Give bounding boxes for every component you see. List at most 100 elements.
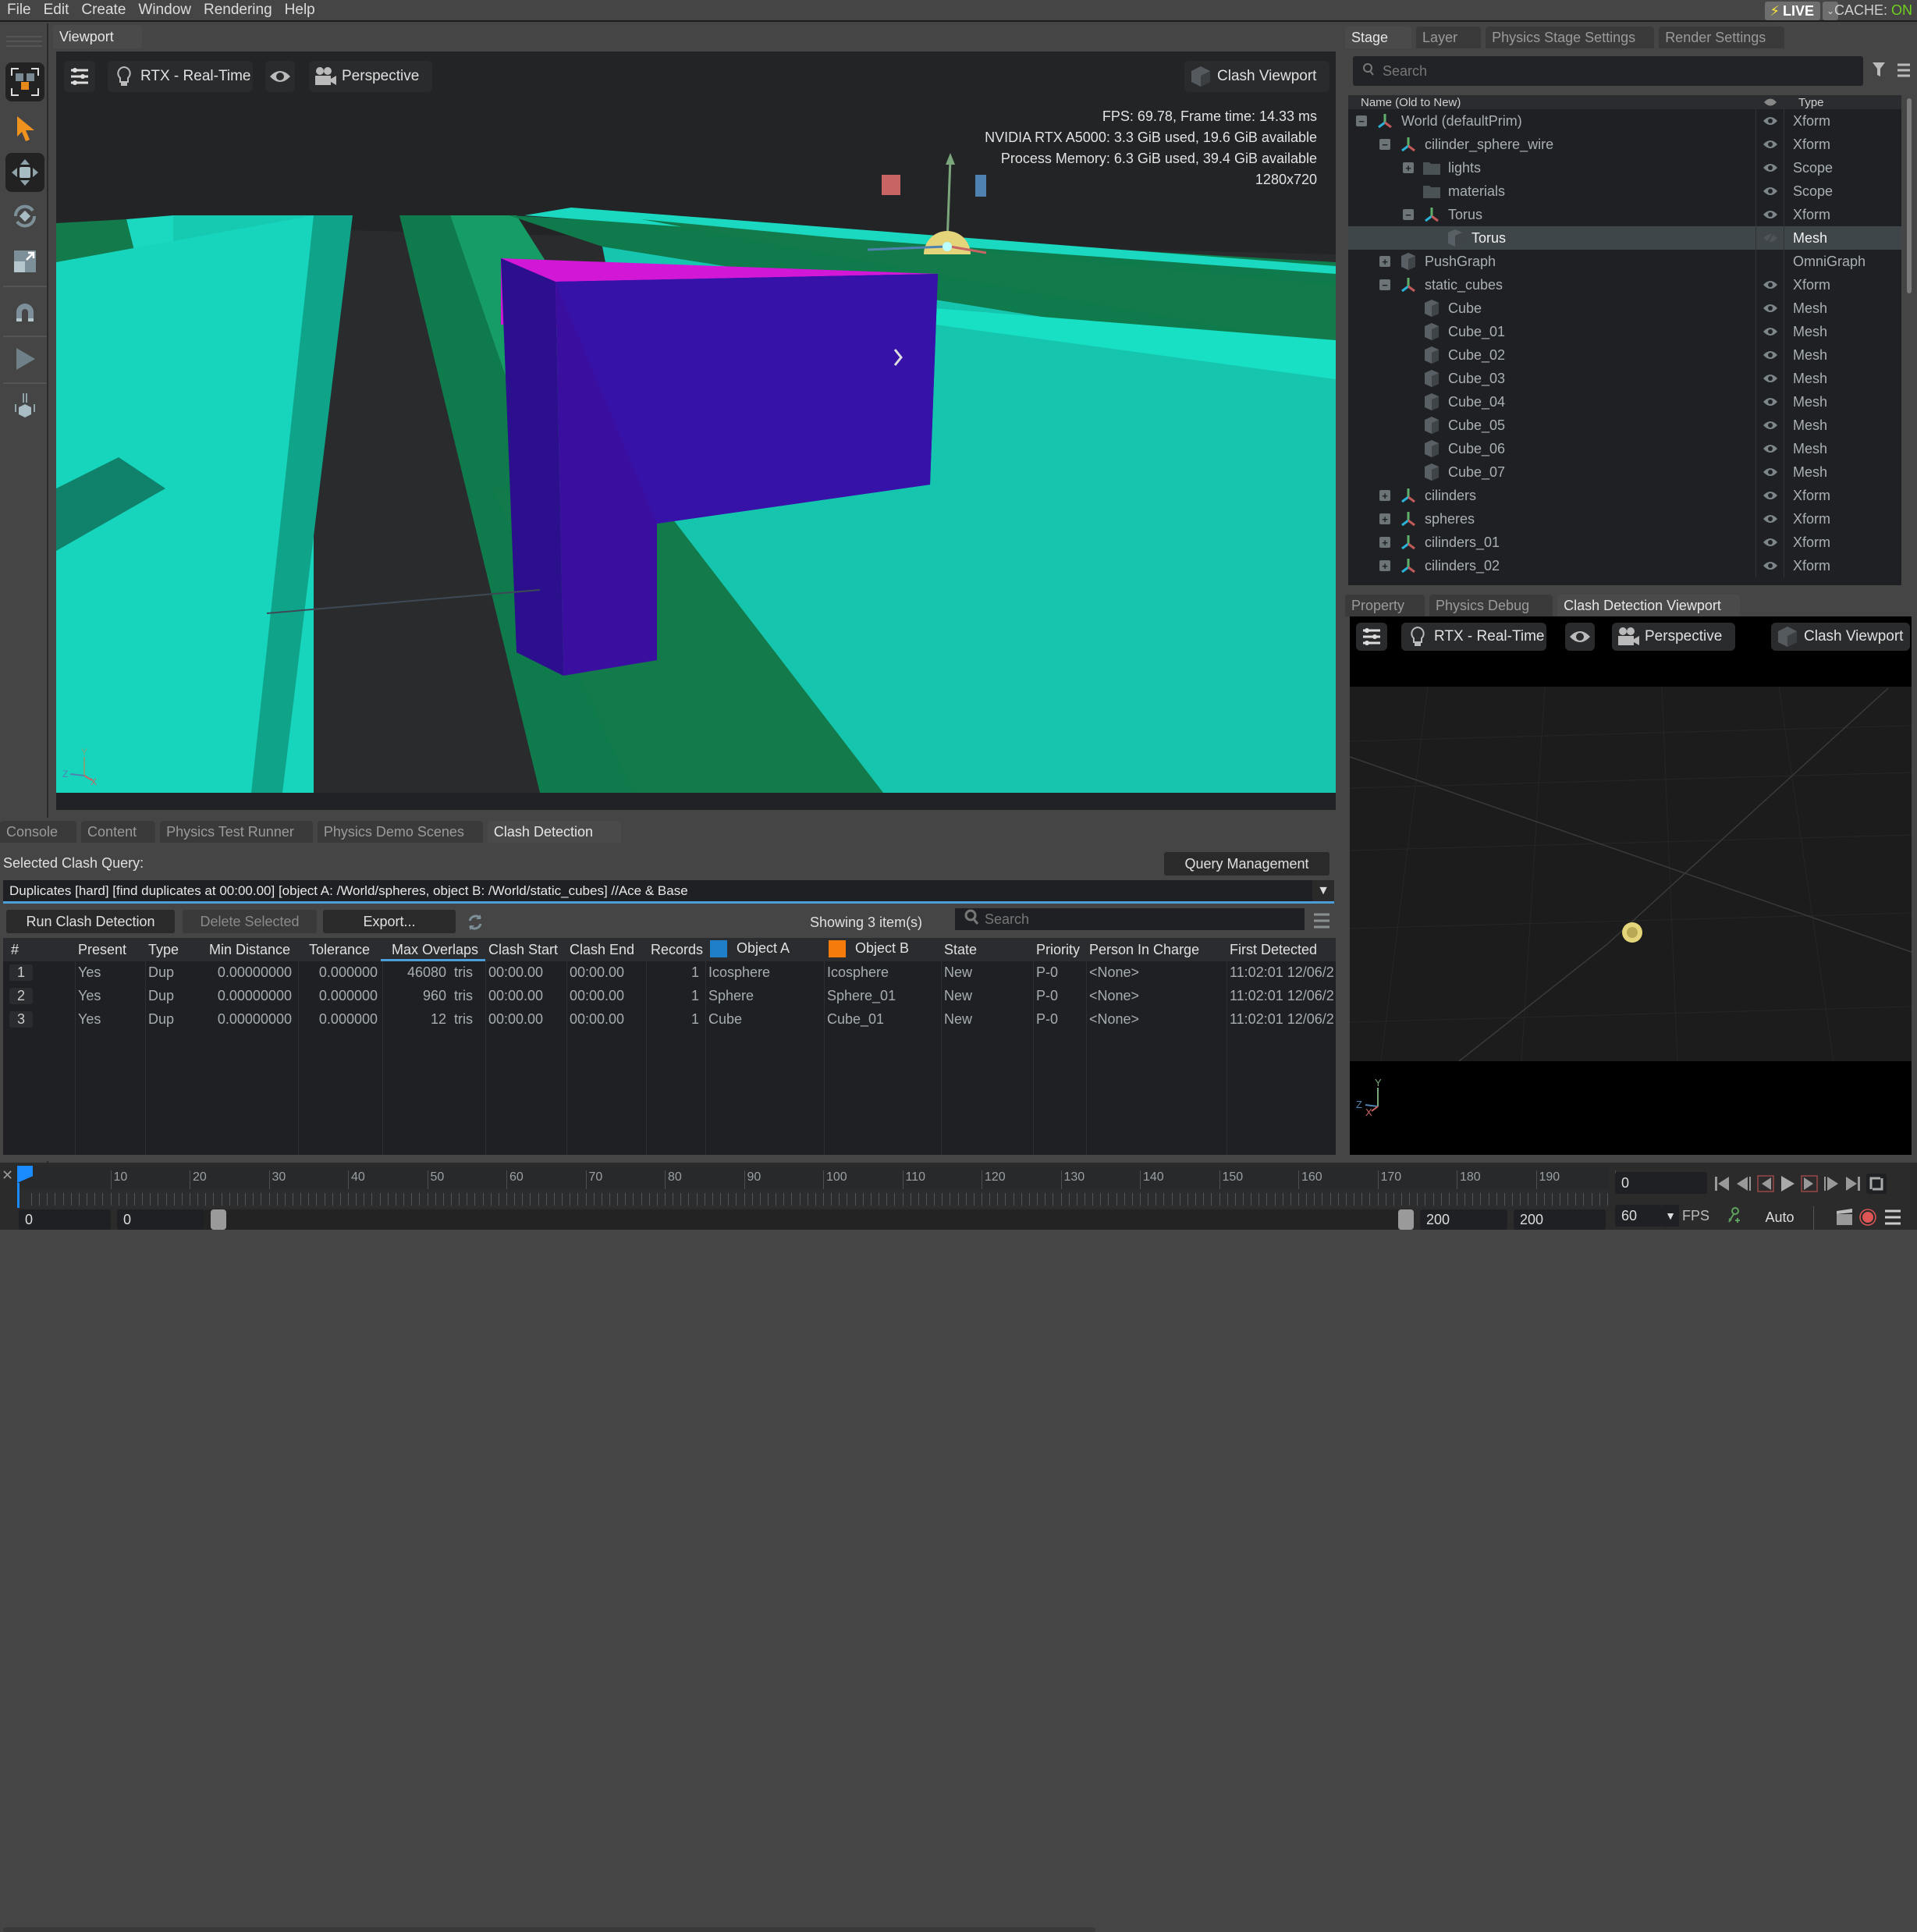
menu-file[interactable]: File [0, 2, 37, 19]
tab-stage[interactable]: Stage [1345, 27, 1412, 48]
stage-options-icon[interactable] [1896, 62, 1912, 82]
tab-content[interactable]: Content [81, 821, 156, 843]
visibility-toggle[interactable] [1756, 297, 1784, 320]
stage-tree-row[interactable]: Cube_03 Mesh [1348, 367, 1901, 390]
column-name[interactable]: Name (Old to New) [1348, 96, 1756, 109]
stage-tree-row[interactable]: − World (defaultPrim) Xform [1348, 109, 1901, 133]
cd-camera-button[interactable]: Perspective [1612, 623, 1735, 651]
tab-viewport[interactable]: Viewport [53, 25, 142, 48]
visibility-toggle[interactable] [1756, 133, 1784, 156]
stage-tree-row[interactable]: materials Scope [1348, 179, 1901, 203]
table-row[interactable]: 2 Yes Dup 0.00000000 0.000000 960 tris 00:00.00… [3, 985, 1336, 1008]
clash-query-select[interactable]: Duplicates [hard] [find duplicates at 00… [3, 880, 1334, 904]
expand-icon[interactable]: + [1379, 560, 1390, 571]
column-header[interactable]: Object A [710, 940, 790, 958]
column-header[interactable]: Priority [1036, 942, 1080, 958]
play-button[interactable] [5, 339, 44, 378]
prev-key-icon[interactable] [1757, 1174, 1774, 1193]
visibility-toggle[interactable] [1756, 390, 1784, 414]
tab-physics-test-runner[interactable]: Physics Test Runner [160, 821, 313, 843]
skip-to-end-icon[interactable] [1844, 1174, 1862, 1193]
clash-options-icon[interactable] [1312, 911, 1331, 934]
menu-create[interactable]: Create [74, 2, 131, 19]
render-mode-button[interactable]: RTX - Real-Time [108, 61, 253, 92]
cd-viewport-settings-button[interactable] [1356, 623, 1387, 651]
column-header[interactable]: Clash Start [488, 942, 558, 958]
column-header[interactable]: Max Overlaps [392, 942, 478, 958]
cd-visibility-button[interactable] [1565, 623, 1595, 651]
play-forward-icon[interactable] [1779, 1174, 1796, 1193]
cd-viewport-name-button[interactable]: Clash Viewport [1771, 623, 1910, 651]
fps-select[interactable]: 60 [1615, 1205, 1662, 1227]
run-clash-detection-button[interactable]: Run Clash Detection [6, 910, 175, 933]
viewport-name-button[interactable]: Clash Viewport [1184, 61, 1329, 92]
stage-tree-row[interactable]: Cube_06 Mesh [1348, 437, 1901, 460]
timeline-ruler[interactable]: 10 20 30 40 50 60 70 80 90 100 110 120 130 140 150 160 1… [17, 1166, 1625, 1189]
visibility-toggle[interactable] [1756, 273, 1784, 297]
query-management-button[interactable]: Query Management [1164, 852, 1329, 875]
column-visibility[interactable] [1756, 98, 1784, 107]
collapse-icon[interactable]: − [1379, 279, 1390, 290]
column-header[interactable]: Records [651, 942, 703, 958]
end-time-input[interactable]: 200 [1514, 1209, 1606, 1230]
stage-tree-row[interactable]: Cube_02 Mesh [1348, 343, 1901, 367]
visibility-toggle[interactable] [1756, 109, 1784, 133]
snap-button[interactable] [5, 293, 44, 332]
stage-tree-row[interactable]: + lights Scope [1348, 156, 1901, 179]
visibility-toggle[interactable] [1756, 343, 1784, 367]
clapperboard-icon[interactable] [1835, 1208, 1854, 1231]
tab-physics-debug[interactable]: Physics Debug [1429, 595, 1553, 616]
stage-tree-row[interactable]: + spheres Xform [1348, 507, 1901, 531]
visibility-toggle[interactable] [1756, 414, 1784, 437]
stage-tree-row[interactable]: − cilinder_sphere_wire Xform [1348, 133, 1901, 156]
select-button[interactable] [5, 109, 44, 148]
viewport-settings-button[interactable] [64, 61, 95, 92]
column-header[interactable]: Person In Charge [1089, 942, 1199, 958]
loop-icon[interactable] [1866, 1174, 1887, 1194]
filter-icon[interactable] [1871, 61, 1888, 83]
timeline-menu-icon[interactable] [1883, 1208, 1902, 1231]
stage-search-input[interactable]: Search [1353, 56, 1863, 86]
visibility-toggle[interactable] [1756, 437, 1784, 460]
column-header[interactable]: Type [148, 942, 179, 958]
column-header[interactable]: State [944, 942, 977, 958]
table-row[interactable]: 1 Yes Dup 0.00000000 0.000000 46080 tris 00:00.… [3, 961, 1336, 985]
visibility-toggle[interactable] [1756, 460, 1784, 484]
tab-clash-detection-viewport[interactable]: Clash Detection Viewport [1557, 595, 1740, 616]
visibility-button[interactable] [265, 61, 295, 92]
range-end-handle[interactable] [1398, 1209, 1414, 1230]
stage-tree-row[interactable]: Cube_04 Mesh [1348, 390, 1901, 414]
current-frame-input[interactable]: 0 [1615, 1172, 1707, 1194]
move-button[interactable] [5, 153, 44, 192]
table-hscrollbar[interactable] [3, 1927, 1095, 1932]
visibility-toggle[interactable] [1756, 367, 1784, 390]
column-header[interactable]: Clash End [570, 942, 634, 958]
select-mode-button[interactable] [5, 62, 44, 101]
visibility-toggle[interactable] [1756, 507, 1784, 531]
table-row[interactable]: 3 Yes Dup 0.00000000 0.000000 12 tris 00:00.00 0… [3, 1008, 1336, 1032]
stage-tree-row[interactable]: + PushGraph OmniGraph [1348, 250, 1901, 273]
visibility-toggle[interactable] [1756, 484, 1784, 507]
collapse-icon[interactable]: − [1379, 139, 1390, 150]
tab-physics-demo-scenes[interactable]: Physics Demo Scenes [317, 821, 483, 843]
next-key-icon[interactable] [1801, 1174, 1818, 1193]
start-time-input[interactable]: 0 [19, 1209, 111, 1230]
stage-scrollbar[interactable] [1907, 98, 1912, 293]
visibility-toggle[interactable] [1756, 156, 1784, 179]
menu-window[interactable]: Window [131, 2, 197, 19]
stage-tree-row[interactable]: Cube_05 Mesh [1348, 414, 1901, 437]
delete-selected-button[interactable]: Delete Selected [183, 910, 317, 933]
step-back-icon[interactable] [1735, 1174, 1752, 1193]
live-button[interactable]: ⚡ LIVE [1765, 2, 1820, 20]
tab-property[interactable]: Property [1345, 595, 1425, 616]
visibility-toggle[interactable] [1756, 226, 1784, 250]
menu-rendering[interactable]: Rendering [197, 2, 278, 19]
scale-button[interactable] [5, 242, 44, 281]
column-header[interactable]: Min Distance [209, 942, 290, 958]
range-start-input[interactable]: 0 [117, 1209, 204, 1230]
drop-physics-button[interactable] [5, 386, 44, 425]
add-key-icon[interactable] [1726, 1206, 1741, 1229]
stage-tree-row[interactable]: − static_cubes Xform [1348, 273, 1901, 297]
collapse-icon[interactable]: − [1403, 209, 1414, 220]
viewport-canvas[interactable]: RTX - Real-Time Perspective Clash Viewpo… [56, 51, 1336, 810]
